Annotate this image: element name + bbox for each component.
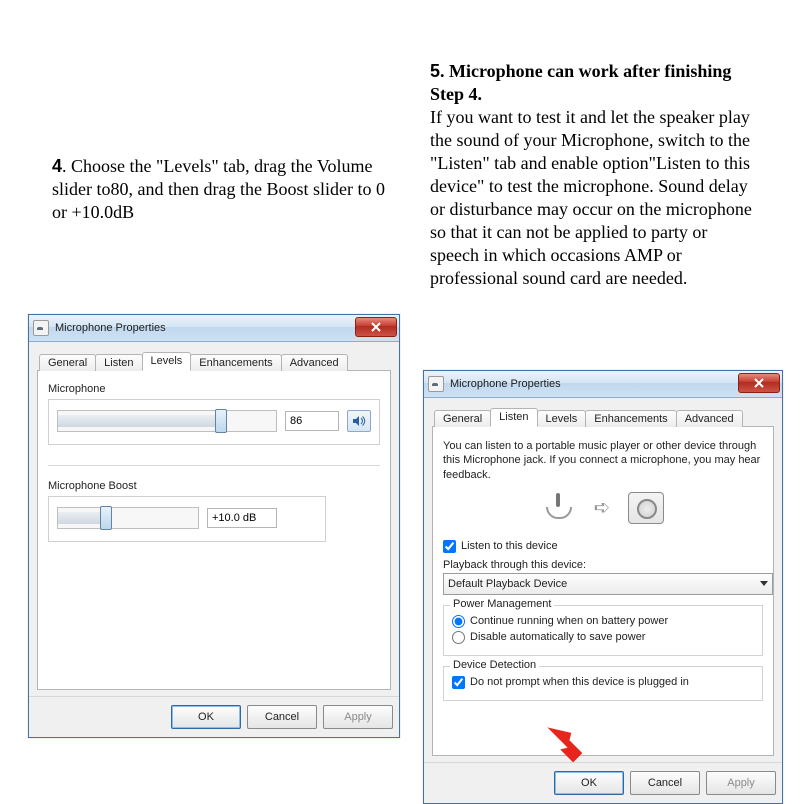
playback-device-dropdown[interactable]: Default Playback Device (443, 573, 773, 595)
speaker-icon (352, 414, 366, 428)
mute-button[interactable] (347, 410, 371, 432)
tab-general[interactable]: General (434, 410, 491, 427)
tab-levels[interactable]: Levels (142, 352, 192, 371)
step5-number: 5 (430, 61, 440, 81)
pm-continue-radio[interactable]: Continue running when on battery power (452, 615, 754, 628)
close-button[interactable] (738, 373, 780, 393)
separator (48, 465, 380, 466)
playback-device-label: Playback through this device: (443, 559, 763, 571)
cancel-button[interactable]: Cancel (247, 705, 317, 729)
tab-bar: General Listen Levels Enhancements Advan… (37, 348, 391, 371)
cancel-button[interactable]: Cancel (630, 771, 700, 795)
apply-button[interactable]: Apply (323, 705, 393, 729)
device-detection-legend: Device Detection (450, 659, 539, 671)
window-title: Microphone Properties (55, 322, 166, 334)
chevron-down-icon (760, 581, 768, 586)
tab-advanced[interactable]: Advanced (676, 410, 743, 427)
speaker-device-icon (628, 492, 664, 524)
microphone-properties-dialog-levels: Microphone Properties General Listen Lev… (28, 314, 400, 738)
tab-listen[interactable]: Listen (95, 354, 142, 371)
pm-continue-label: Continue running when on battery power (470, 615, 668, 627)
microphone-boost-value: +10.0 dB (207, 508, 277, 528)
microphone-boost-label: Microphone Boost (48, 480, 380, 492)
microphone-icon (542, 493, 576, 523)
close-button[interactable] (355, 317, 397, 337)
playback-device-value: Default Playback Device (448, 578, 567, 590)
microphone-volume-slider[interactable] (57, 410, 277, 432)
step4-instruction: 4. Choose the "Levels" tab, drag the Vol… (52, 155, 392, 224)
apply-button[interactable]: Apply (706, 771, 776, 795)
listen-description: You can listen to a portable music playe… (443, 439, 763, 482)
step4-body: . Choose the "Levels" tab, drag the Volu… (52, 156, 385, 222)
tab-enhancements[interactable]: Enhancements (585, 410, 676, 427)
microphone-properties-dialog-listen: Microphone Properties General Listen Lev… (423, 370, 783, 804)
ok-button[interactable]: OK (171, 705, 241, 729)
titlebar[interactable]: Microphone Properties (424, 371, 782, 398)
power-management-legend: Power Management (450, 598, 554, 610)
titlebar[interactable]: Microphone Properties (29, 315, 399, 342)
power-management-group: Power Management Continue running when o… (443, 605, 763, 656)
close-icon (371, 322, 381, 332)
tab-general[interactable]: General (39, 354, 96, 371)
tab-bar: General Listen Levels Enhancements Advan… (432, 404, 774, 427)
listen-checkbox-input[interactable] (443, 540, 456, 553)
tab-advanced[interactable]: Advanced (281, 354, 348, 371)
do-not-prompt-checkbox[interactable]: Do not prompt when this device is plugge… (452, 676, 754, 689)
tab-levels[interactable]: Levels (537, 410, 587, 427)
microphone-volume-value: 86 (285, 411, 339, 431)
tab-enhancements[interactable]: Enhancements (190, 354, 281, 371)
step4-number: 4 (52, 156, 62, 176)
listen-checkbox-label: Listen to this device (461, 540, 558, 552)
pm-disable-input[interactable] (452, 631, 465, 644)
microphone-label: Microphone (48, 383, 380, 395)
ok-button[interactable]: OK (554, 771, 624, 795)
step5-title: . Microphone can work after finishing St… (430, 61, 731, 104)
arrow-icon: ➪ (594, 495, 611, 520)
do-not-prompt-input[interactable] (452, 676, 465, 689)
listen-to-device-checkbox[interactable]: Listen to this device (443, 540, 763, 553)
do-not-prompt-label: Do not prompt when this device is plugge… (470, 676, 689, 688)
audio-icon (33, 320, 49, 336)
pm-disable-radio[interactable]: Disable automatically to save power (452, 631, 754, 644)
window-title: Microphone Properties (450, 378, 561, 390)
listen-diagram: ➪ (443, 492, 763, 524)
device-detection-group: Device Detection Do not prompt when this… (443, 666, 763, 701)
close-icon (754, 378, 764, 388)
tab-listen[interactable]: Listen (490, 408, 537, 427)
step5-instruction: 5. Microphone can work after finishing S… (430, 60, 760, 290)
pm-disable-label: Disable automatically to save power (470, 631, 645, 643)
dialog-buttons: OK Cancel Apply (29, 696, 399, 737)
dialog-buttons: OK Cancel Apply (424, 762, 782, 803)
audio-icon (428, 376, 444, 392)
pm-continue-input[interactable] (452, 615, 465, 628)
step5-body: If you want to test it and let the speak… (430, 107, 752, 288)
microphone-boost-slider[interactable] (57, 507, 199, 529)
